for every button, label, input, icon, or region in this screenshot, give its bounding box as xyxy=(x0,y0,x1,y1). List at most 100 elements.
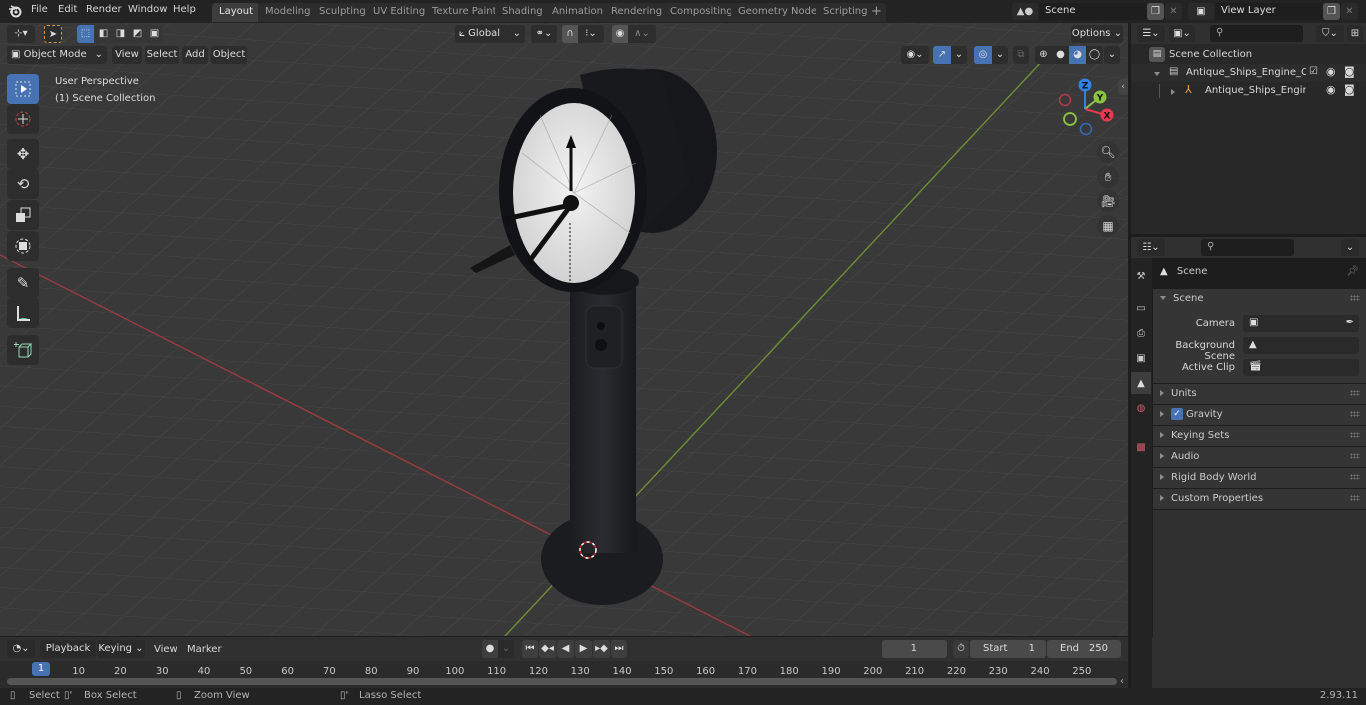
expand-arrow-icon[interactable] xyxy=(1171,87,1182,98)
preview-range-toggle[interactable]: ⏱ xyxy=(953,640,969,658)
shading-material-preview[interactable]: ◕ xyxy=(1069,46,1086,64)
jump-end-button[interactable]: ⏭ xyxy=(611,640,627,658)
tab-uv-editing[interactable]: UV Editing xyxy=(366,3,433,22)
xray-toggle[interactable]: ⧉ xyxy=(1013,46,1029,64)
camera-render-icon[interactable]: ◙ xyxy=(1344,65,1355,78)
timeline-scrollbar[interactable] xyxy=(7,678,1117,685)
overlays-dropdown[interactable]: ⌄ xyxy=(992,46,1008,64)
scene-name-field[interactable]: Scene xyxy=(1039,3,1147,20)
nav-pan-button[interactable]: ✋︎ xyxy=(1097,166,1119,188)
outliner-editor-type[interactable]: ☰⌄ xyxy=(1137,25,1165,42)
display-mode-dropdown[interactable]: ▣⌄ xyxy=(1169,25,1195,42)
select-mode-extend[interactable]: ◧ xyxy=(95,25,112,43)
menu-file[interactable]: File xyxy=(31,4,48,15)
gizmo-dropdown[interactable]: ⌄ xyxy=(951,46,967,64)
properties-search-input[interactable]: ⚲ xyxy=(1201,239,1294,256)
tab-texture-paint[interactable]: Texture Paint xyxy=(425,3,504,22)
drag-grip-icon[interactable] xyxy=(1350,453,1360,459)
panel-keying-sets[interactable]: Keying Sets xyxy=(1153,426,1366,446)
prev-keyframe-button[interactable]: ◆◂ xyxy=(539,640,556,658)
expand-arrow-icon[interactable] xyxy=(1154,69,1167,80)
play-button[interactable]: ▶ xyxy=(575,640,592,658)
select-mode-subtract[interactable]: ◨ xyxy=(112,25,129,43)
gravity-checkbox[interactable]: ✓ xyxy=(1171,408,1183,420)
3d-viewport[interactable]: ⊹▾ ➤ ⬚ ◧ ◨ ◩ ▣ ⟀ Global ⌄ ⚭⌄ ∩ ⁝⌄ ◉ ∧⌄ Op… xyxy=(0,23,1128,636)
new-scene-button[interactable]: ❐ xyxy=(1147,3,1164,20)
tab-tool[interactable]: ⚒ xyxy=(1131,265,1151,287)
end-frame-field[interactable]: End 250 xyxy=(1047,640,1121,658)
outliner-row-collection[interactable]: ▤ Antique_Ships_Engine_Contrc ☑ ◉ ◙ xyxy=(1131,64,1366,82)
tool-rotate[interactable]: ⟲ xyxy=(7,169,39,199)
shading-solid[interactable]: ● xyxy=(1052,46,1069,64)
tab-modeling[interactable]: Modeling xyxy=(258,3,318,22)
menu-render[interactable]: Render xyxy=(86,4,122,15)
tool-select-box[interactable] xyxy=(7,74,39,104)
drag-grip-icon[interactable] xyxy=(1350,411,1360,417)
transform-orientation-dropdown[interactable]: ⟀ Global ⌄ xyxy=(455,25,525,43)
eye-icon[interactable]: ◉ xyxy=(1326,83,1336,96)
timeline-menu-marker[interactable]: Marker xyxy=(187,644,222,655)
menu-edit[interactable]: Edit xyxy=(58,4,77,15)
mode-dropdown[interactable]: ▣ Object Mode ⌄ xyxy=(7,46,107,64)
background-scene-field[interactable]: ▲ xyxy=(1243,337,1359,354)
tab-world[interactable]: ◍ xyxy=(1131,397,1151,419)
tab-animation[interactable]: Animation xyxy=(545,3,610,22)
tab-render[interactable]: ▭ xyxy=(1131,297,1151,319)
tool-transform[interactable] xyxy=(7,231,39,261)
nav-ortho-button[interactable]: ▦ xyxy=(1097,215,1119,237)
nav-zoom-button[interactable]: 🔍︎ xyxy=(1097,141,1119,163)
playback-dropdown[interactable]: Playback ⌄ xyxy=(40,640,96,672)
new-collection-button[interactable]: ⊞ xyxy=(1347,25,1363,42)
panel-custom-properties[interactable]: Custom Properties xyxy=(1153,489,1366,509)
playhead[interactable]: 1 xyxy=(32,662,50,676)
outliner-row-object[interactable]: ⅄ Antique_Ships_Engine_Cc ◉ ◙ xyxy=(1131,82,1366,100)
drag-grip-icon[interactable] xyxy=(1350,390,1360,396)
tab-output[interactable]: ⎙ xyxy=(1131,322,1151,344)
shading-wireframe[interactable]: ⊕ xyxy=(1035,46,1052,64)
blender-logo-icon[interactable] xyxy=(8,4,22,18)
gizmo-neg-x[interactable] xyxy=(1058,93,1072,107)
tab-layout[interactable]: Layout xyxy=(212,3,260,22)
tab-texture[interactable]: ▩ xyxy=(1131,436,1151,458)
select-mode-new[interactable]: ⬚ xyxy=(77,25,94,43)
outliner-row-scene-collection[interactable]: ▤ Scene Collection xyxy=(1131,45,1366,65)
delete-view-layer-button[interactable]: ✕ xyxy=(1341,3,1358,20)
select-tool-button[interactable]: ➤ xyxy=(44,25,62,43)
start-frame-field[interactable]: Start 1 xyxy=(970,640,1046,658)
active-clip-field[interactable]: 🎬︎ xyxy=(1243,359,1359,376)
timeline-menu-view[interactable]: View xyxy=(154,644,178,655)
tool-cursor[interactable] xyxy=(7,104,39,134)
outliner-search-input[interactable]: ⚲ xyxy=(1210,25,1303,42)
panel-rigid-body-world[interactable]: Rigid Body World xyxy=(1153,468,1366,488)
delete-scene-button[interactable]: ✕ xyxy=(1165,3,1182,20)
filter-dropdown[interactable]: ⛉⌄ xyxy=(1316,25,1344,42)
select-mode-intersect[interactable]: ▣ xyxy=(146,25,163,43)
menu-help[interactable]: Help xyxy=(173,4,196,15)
tab-geometry-nodes[interactable]: Geometry Nodes xyxy=(731,3,830,22)
jump-start-button[interactable]: ⏮ xyxy=(522,640,538,658)
next-keyframe-button[interactable]: ▸◆ xyxy=(593,640,610,658)
menu-window[interactable]: Window xyxy=(128,4,167,15)
shading-rendered[interactable]: ◯ xyxy=(1086,46,1103,64)
menu-view[interactable]: View xyxy=(112,46,142,64)
menu-select[interactable]: Select xyxy=(145,46,179,64)
camera-field[interactable]: ▣ ✒ xyxy=(1243,315,1359,332)
navigation-gizmo[interactable]: Z Y X xyxy=(1052,75,1122,137)
sidebar-toggle[interactable]: ‹ xyxy=(1118,79,1128,95)
new-view-layer-button[interactable]: ❐ xyxy=(1323,3,1340,20)
snap-toggle[interactable]: ∩ xyxy=(562,25,578,43)
properties-options-dropdown[interactable]: ⌄ xyxy=(1341,239,1359,256)
tab-compositing[interactable]: Compositing xyxy=(663,3,740,22)
auto-keying-toggle[interactable]: ● xyxy=(482,640,498,658)
tab-rendering[interactable]: Rendering xyxy=(604,3,670,22)
eye-icon[interactable]: ◉ xyxy=(1326,65,1336,78)
tab-sculpting[interactable]: Sculpting xyxy=(312,3,373,22)
tab-scene[interactable]: ▲ xyxy=(1131,372,1151,394)
select-mode-difference[interactable]: ◩ xyxy=(129,25,146,43)
editor-type-button[interactable]: ⊹▾ xyxy=(7,25,35,43)
tab-view-layer[interactable]: ▣ xyxy=(1131,347,1151,369)
chevron-left-icon[interactable]: ‹ xyxy=(1120,676,1124,687)
overlays-toggle[interactable]: ◎ xyxy=(974,46,992,64)
add-workspace-button[interactable]: + xyxy=(867,3,886,22)
drag-grip-icon[interactable] xyxy=(1350,474,1360,480)
